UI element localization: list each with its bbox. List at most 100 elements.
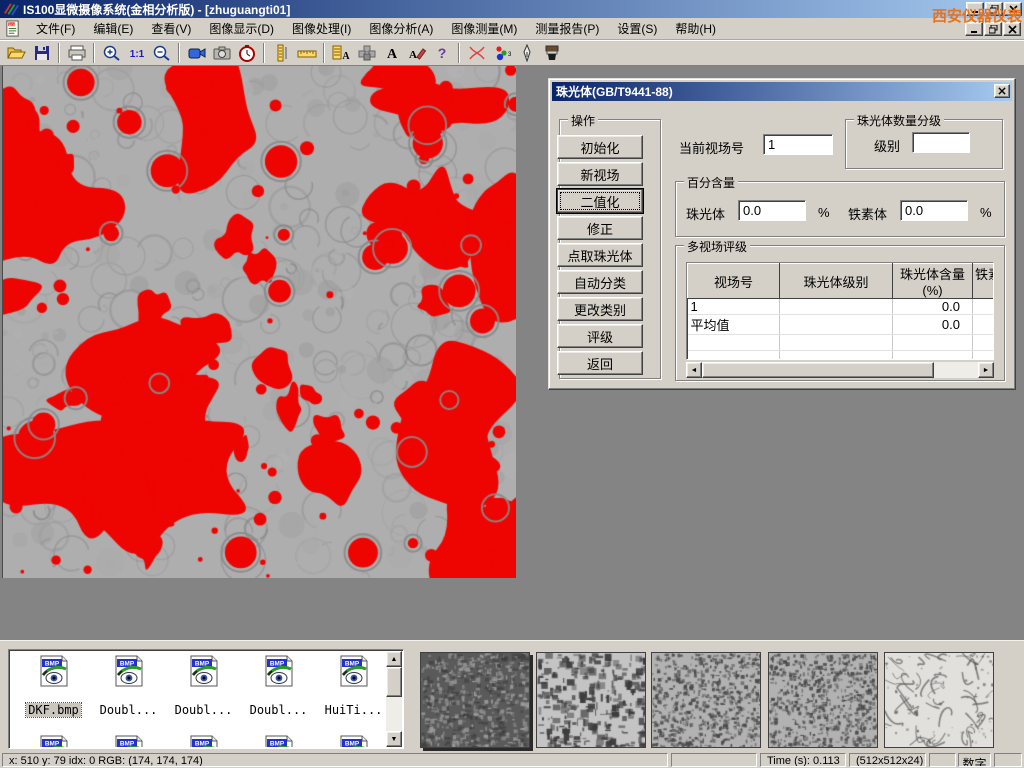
document-icon[interactable]: DOC	[4, 20, 21, 37]
table-row[interactable]: 平均值 0.0	[688, 315, 995, 335]
menu-item[interactable]: 编辑(E)	[84, 18, 142, 40]
menu-item[interactable]: 文件(F)	[27, 18, 84, 40]
table-header-cell[interactable]: 珠光体含量(%)	[893, 264, 973, 299]
menu-item[interactable]: 图像分析(A)	[360, 18, 442, 40]
measure-text-button[interactable]: A	[329, 42, 354, 64]
menu-item[interactable]: 图像测量(M)	[442, 18, 526, 40]
window-title: IS100显微摄像系统(金相分析版) - [zhuguangti01]	[23, 1, 290, 18]
file-item-clipped[interactable]: BMP	[166, 735, 241, 747]
ferrite-percent-input[interactable]: 0.0	[900, 200, 968, 221]
classify-particles-button[interactable]: 3	[489, 42, 514, 64]
menu-item[interactable]: 图像显示(D)	[200, 18, 283, 40]
zoom-out-button[interactable]	[149, 42, 174, 64]
file-item[interactable]: BMP Doubl...	[166, 655, 241, 717]
menu-item[interactable]: 测量报告(P)	[526, 18, 608, 40]
open-button[interactable]	[4, 42, 29, 64]
file-item[interactable]: BMP DKF.bmp	[16, 655, 91, 717]
multifield-group: 多视场评级 视场号珠光体级别珠光体含量(%)铁素体含量(%) 1	[675, 245, 1005, 381]
file-item[interactable]: BMP Doubl...	[241, 655, 316, 717]
table-empty-row	[688, 351, 995, 361]
percent-group-label: 百分含量	[684, 174, 738, 191]
annotate-button[interactable]: A	[404, 42, 429, 64]
dialog-title-bar[interactable]: 珠光体(GB/T9441-88)	[552, 82, 1012, 101]
dialog-button[interactable]: 修正	[557, 216, 643, 240]
print-button[interactable]	[64, 42, 89, 64]
file-label[interactable]: DKF.bmp	[26, 703, 81, 717]
dialog-button[interactable]: 新视场	[557, 162, 643, 186]
dialog-button[interactable]: 自动分类	[557, 270, 643, 294]
caliper-button[interactable]	[269, 42, 294, 64]
scroll-right-icon[interactable]: ►	[978, 362, 994, 378]
dialog-title: 珠光体(GB/T9441-88)	[556, 83, 673, 100]
file-item[interactable]: BMPHuiTi...	[316, 655, 386, 717]
table-header-cell[interactable]: 铁素体含量(%)	[973, 264, 995, 299]
brush-button[interactable]	[539, 42, 564, 64]
dialog-button[interactable]: 初始化	[557, 135, 643, 159]
file-item[interactable]: BMPDoubl...	[91, 655, 166, 717]
save-icon	[32, 44, 52, 62]
bmp-file-icon: BMP	[39, 655, 69, 687]
file-label[interactable]: HuiTi...	[323, 703, 385, 717]
micrograph-image[interactable]	[2, 66, 516, 578]
actual-size-button[interactable]: 1:1	[124, 42, 149, 64]
ruler-button[interactable]	[294, 42, 319, 64]
thumbnail-4[interactable]	[768, 652, 878, 748]
file-label[interactable]: Doubl...	[248, 703, 310, 717]
image-blocks-button[interactable]	[354, 42, 379, 64]
timer-button[interactable]	[234, 42, 259, 64]
file-item-clipped[interactable]: BMP	[316, 735, 386, 747]
file-item-clipped[interactable]: BMP	[91, 735, 166, 747]
vscroll-thumb[interactable]	[386, 667, 402, 697]
hscroll-thumb[interactable]	[702, 362, 934, 378]
file-label[interactable]: Doubl...	[173, 703, 235, 717]
status-bar: x: 510 y: 79 idx: 0 RGB: (174, 174, 174)…	[0, 751, 1024, 768]
zoom-in-button[interactable]	[99, 42, 124, 64]
curve-tool-button[interactable]	[464, 42, 489, 64]
dialog-button[interactable]: 二值化	[557, 189, 643, 213]
menu-item[interactable]: 设置(S)	[608, 18, 666, 40]
menu-item[interactable]: 查看(V)	[142, 18, 200, 40]
table-row[interactable]: 1 0.0	[688, 299, 995, 315]
current-field-input[interactable]: 1	[763, 134, 833, 155]
file-item-clipped[interactable]: BMP	[16, 735, 91, 747]
svg-text:A: A	[386, 47, 397, 62]
photo-camera-button[interactable]	[209, 42, 234, 64]
scroll-up-icon[interactable]: ▲	[386, 651, 402, 667]
file-item-clipped[interactable]: BMP	[241, 735, 316, 747]
status-resolution: (512x512x24)	[849, 753, 926, 767]
thumbnail-3[interactable]	[651, 652, 761, 748]
scroll-down-icon[interactable]: ▼	[386, 731, 402, 747]
scroll-left-icon[interactable]: ◄	[686, 362, 702, 378]
save-button[interactable]	[29, 42, 54, 64]
thumbnail-2[interactable]	[536, 652, 646, 748]
table-header-row: 视场号珠光体级别珠光体含量(%)铁素体含量(%)	[688, 264, 995, 299]
dialog-close-button[interactable]	[994, 84, 1010, 98]
video-camera-button[interactable]	[184, 42, 209, 64]
dialog-button[interactable]: 更改类别	[557, 297, 643, 321]
menu-bar: DOC 文件(F)编辑(E)查看(V)图像显示(D)图像处理(I)图像分析(A)…	[0, 18, 1024, 40]
table-header-cell[interactable]: 视场号	[688, 264, 780, 299]
text-button[interactable]: A	[379, 42, 404, 64]
pen-button[interactable]	[514, 42, 539, 64]
bmp-file-icon: BMP	[264, 655, 294, 687]
help-button[interactable]: ?	[429, 42, 454, 64]
pearlite-percent-input[interactable]: 0.0	[738, 200, 806, 221]
multifield-table[interactable]: 视场号珠光体级别珠光体含量(%)铁素体含量(%) 1 0.0	[686, 262, 994, 360]
dialog-button[interactable]: 评级	[557, 324, 643, 348]
file-label[interactable]: Doubl...	[98, 703, 160, 717]
menu-item[interactable]: 图像处理(I)	[283, 18, 360, 40]
menu-item[interactable]: 帮助(H)	[666, 18, 725, 40]
thumbnail-1[interactable]	[420, 652, 530, 748]
dialog-button[interactable]: 点取珠光体	[557, 243, 643, 267]
bmp-file-icon: BMP	[189, 655, 219, 687]
current-field-label: 当前视场号	[679, 138, 744, 157]
filelist-vscrollbar[interactable]: ▲ ▼	[386, 651, 402, 747]
table-empty-row	[688, 335, 995, 351]
dialog-button[interactable]: 返回	[557, 351, 643, 375]
table-hscrollbar[interactable]: ◄ ►	[686, 362, 994, 378]
open-icon	[7, 44, 27, 62]
bottom-panel: BMPDKF.bmpBMPDoubl...BMPDoubl...BMPDoubl…	[0, 640, 1024, 751]
table-header-cell[interactable]: 珠光体级别	[780, 264, 893, 299]
thumbnail-5[interactable]	[884, 652, 994, 748]
grade-input[interactable]	[912, 132, 970, 153]
